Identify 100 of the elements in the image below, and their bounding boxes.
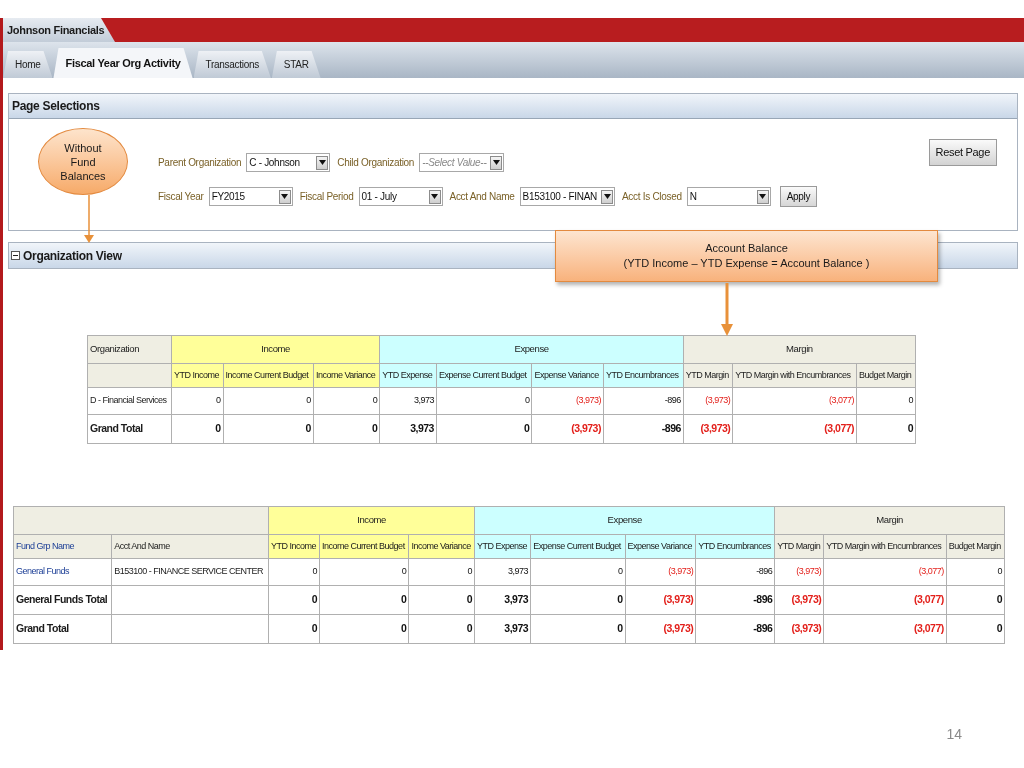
table-cell: 0 — [946, 558, 1005, 586]
row-label: D - Financial Services — [87, 387, 172, 415]
table-cell: 3,973 — [474, 558, 531, 586]
tab[interactable]: Home — [3, 51, 53, 78]
table-cell: 0 — [408, 558, 475, 586]
table-cell: (3,973) — [625, 585, 696, 615]
row-label: General Funds Total — [13, 585, 112, 615]
table-cell: 0 — [946, 614, 1005, 644]
column-header: Acct And Name — [111, 534, 269, 559]
table-cell: 0 — [268, 614, 320, 644]
table-cell: 0 — [856, 387, 916, 415]
table-cell: 3,973 — [379, 414, 437, 444]
table-cell: (3,973) — [683, 414, 733, 444]
table-cell: 0 — [436, 414, 532, 444]
table-cell: 0 — [530, 614, 625, 644]
dropdown-field[interactable]: B153100 - FINAN — [519, 187, 615, 206]
table-cell: 0 — [223, 387, 314, 415]
row-label: B153100 - FINANCE SERVICE CENTER — [111, 558, 269, 586]
collapse-icon[interactable] — [11, 251, 20, 260]
table-cell: -896 — [603, 414, 684, 444]
row-label: Grand Total — [87, 414, 172, 444]
tab[interactable]: Transactions — [193, 51, 271, 78]
table-cell: 0 — [319, 614, 409, 644]
column-header: Income Current Budget — [223, 363, 314, 388]
leader-arrow — [84, 195, 94, 243]
dropdown-button[interactable] — [601, 189, 613, 204]
dropdown-field[interactable]: 01 - July — [358, 187, 443, 206]
table-cell: (3,973) — [774, 558, 824, 586]
table-cell: (3,077) — [823, 558, 947, 586]
table-cell: 3,973 — [474, 585, 531, 615]
column-group-header: Income — [171, 335, 380, 364]
table-cell: 0 — [408, 585, 475, 615]
table-cell: 0 — [268, 585, 320, 615]
tab[interactable]: STAR — [271, 51, 321, 78]
table-cell: 0 — [268, 558, 320, 586]
filter-label: Fiscal Period — [299, 190, 354, 204]
column-header: Organization — [87, 335, 172, 364]
column-group-header: Margin — [683, 335, 916, 364]
table-cell: -896 — [603, 387, 684, 415]
table-cell: (3,077) — [823, 614, 947, 644]
column-header: YTD Margin with Encumbrances — [732, 363, 857, 388]
table-cell: (3,973) — [625, 614, 696, 644]
slide-number: 14 — [946, 725, 962, 744]
caret-down-icon — [431, 194, 439, 199]
dropdown-button[interactable] — [278, 189, 291, 204]
table-cell: 0 — [171, 414, 224, 444]
table-cell: (3,077) — [823, 585, 947, 615]
table-cell: 0 — [530, 585, 625, 615]
column-group-header: Expense — [474, 506, 775, 535]
table-cell: 0 — [946, 585, 1005, 615]
column-header-link[interactable]: Fund Grp Name — [13, 534, 112, 559]
column-group-header: Expense — [379, 335, 684, 364]
caret-down-icon — [492, 160, 500, 165]
section-title: Page Selections — [12, 98, 100, 115]
column-group-header: Margin — [774, 506, 1005, 535]
table-cell: (3,973) — [774, 585, 824, 615]
column-header: YTD Margin with Encumbrances — [823, 534, 947, 559]
table-cell: 0 — [319, 558, 409, 586]
table-cell: 3,973 — [474, 614, 531, 644]
table-cell: 0 — [319, 585, 409, 615]
table-cell: -896 — [695, 614, 775, 644]
callout-title: Account Balance — [705, 241, 788, 256]
row-label: Grand Total — [13, 614, 112, 644]
table-cell: (3,973) — [531, 387, 604, 415]
dropdown-field[interactable]: N — [686, 187, 771, 206]
dropdown-field[interactable]: FY2015 — [208, 187, 293, 206]
table-cell: 0 — [313, 414, 380, 444]
filter-label: Child Organization — [337, 156, 415, 170]
dropdown-field[interactable]: C - Johnson — [246, 153, 331, 172]
dropdown-button[interactable] — [316, 155, 329, 170]
table-cell: (3,973) — [683, 387, 733, 415]
table-cell: 0 — [223, 414, 314, 444]
table-cell: 0 — [313, 387, 380, 415]
dropdown-button[interactable] — [428, 189, 441, 204]
reset-page-button[interactable]: Reset Page — [928, 139, 997, 166]
filter-label: Acct Is Closed — [622, 190, 682, 204]
table-cell: (3,077) — [732, 414, 857, 444]
apply-button[interactable]: Apply — [779, 186, 818, 207]
table-cell: 0 — [436, 387, 532, 415]
table-cell: 0 — [530, 558, 625, 586]
table-cell: 0 — [171, 387, 224, 415]
tab[interactable]: Fiscal Year Org Activity — [53, 48, 193, 78]
section-title: Organization View — [23, 247, 122, 265]
caret-down-icon — [759, 194, 767, 199]
filter-label: Fiscal Year — [158, 190, 204, 204]
column-header: Expense Current Budget — [436, 363, 532, 388]
table-cell: (3,077) — [732, 387, 857, 415]
dropdown-button[interactable] — [756, 189, 769, 204]
filter-label: Acct And Name — [449, 190, 515, 204]
caret-down-icon — [318, 160, 326, 165]
dropdown-field[interactable]: --Select Value-- — [419, 153, 505, 172]
column-group-header: Income — [268, 506, 475, 535]
table-cell: (3,973) — [774, 614, 824, 644]
table-cell: 0 — [856, 414, 916, 444]
caret-down-icon — [281, 194, 289, 199]
table-cell: (3,973) — [625, 558, 696, 586]
table-cell: 3,973 — [379, 387, 437, 415]
dropdown-button[interactable] — [490, 155, 503, 170]
table-cell: -896 — [695, 558, 775, 586]
table-cell: -896 — [695, 585, 775, 615]
